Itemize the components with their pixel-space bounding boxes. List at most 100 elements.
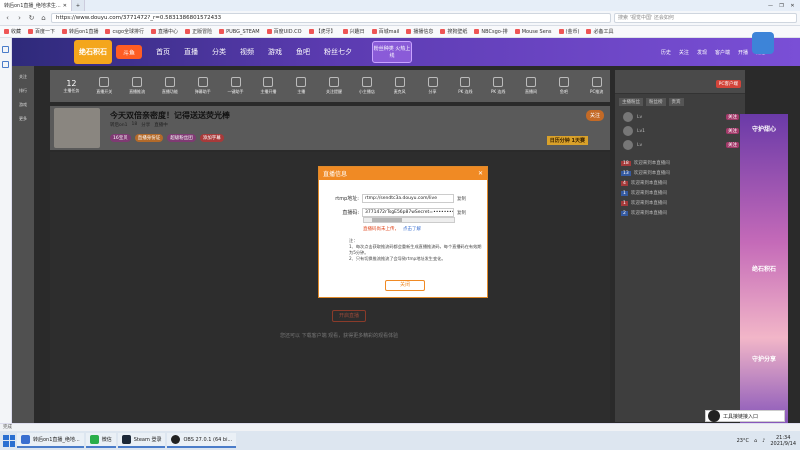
sidebar-history-icon[interactable] <box>2 61 9 68</box>
bookmark-item[interactable]: 正版冒险 <box>185 28 212 35</box>
toolbar-item[interactable]: 分享 <box>419 77 446 95</box>
rtmp-address-field[interactable]: rtmp://sendtc3a.douyu.com/live <box>362 194 454 203</box>
nav-discover[interactable]: 发现 <box>697 49 707 56</box>
toolbar-item[interactable]: 直播间 <box>518 77 545 95</box>
toolbar-item[interactable]: 主播开播 <box>255 77 282 95</box>
streamer-avatar[interactable] <box>54 108 100 148</box>
rank-follow-badge[interactable]: 关注 <box>726 142 739 148</box>
close-window-button[interactable]: ✕ <box>788 3 797 9</box>
copy-rtmp-button[interactable]: 复制 <box>457 196 466 202</box>
nav-follow[interactable]: 关注 <box>679 49 689 56</box>
site-logo-secondary[interactable]: 斗鱼 <box>116 45 142 59</box>
nav-fishbar[interactable]: 鱼吧 <box>296 47 310 57</box>
toolbar-item[interactable]: 直播推流 <box>124 77 151 95</box>
rank-row[interactable]: Lv 关注 <box>615 138 745 152</box>
copy-key-button[interactable]: 复制 <box>457 210 466 216</box>
close-icon[interactable]: ✕ <box>478 170 483 177</box>
nav-client[interactable]: 客户端 <box>715 49 730 56</box>
bookmark-item[interactable]: 必备工具 <box>586 28 613 35</box>
new-tab-button[interactable]: + <box>71 0 86 11</box>
nav-history[interactable]: 历史 <box>661 49 671 56</box>
toolbar-item[interactable]: 主播 <box>288 77 315 95</box>
maximize-button[interactable]: ❐ <box>777 3 786 9</box>
minimize-button[interactable]: — <box>766 3 775 9</box>
side-menu-item[interactable]: 更多 <box>18 116 28 122</box>
tab-close-icon[interactable]: ✕ <box>63 3 67 9</box>
refresh-icon[interactable]: ↻ <box>27 14 36 23</box>
toolbar-item[interactable]: PK 连线 <box>452 77 479 95</box>
bookmark-item[interactable]: Mouse Sens <box>514 29 552 35</box>
side-ad-banner[interactable]: 守护甜心 绝石积石 守护分享 <box>740 114 788 434</box>
bookmark-item[interactable]: 转后on1直播 <box>62 28 98 35</box>
learn-more-link[interactable]: 点击了解 <box>403 227 421 232</box>
bookmark-item[interactable]: 【虎牙】 <box>308 28 336 35</box>
pc-client-button[interactable]: PC客户端 <box>715 80 741 88</box>
bookmark-item[interactable]: 百度UID.CO <box>266 28 302 35</box>
rank-row[interactable]: Lv 关注 <box>615 110 745 124</box>
room-tag[interactable]: 直播身份证 <box>134 134 164 142</box>
toolbar-item[interactable]: 弹幕助手 <box>189 77 216 95</box>
system-clock[interactable]: 21:34 2021/9/14 <box>770 435 796 447</box>
floating-tool-widget[interactable]: 工具接链接入口 <box>705 410 785 422</box>
toolbar-item[interactable]: PC推流 <box>583 77 610 95</box>
side-menu-item[interactable]: 排行 <box>18 88 28 94</box>
nav-category[interactable]: 分类 <box>212 47 226 57</box>
home-icon[interactable]: ⌂ <box>39 14 48 23</box>
room-tag[interactable]: 超级粉丝团 <box>167 134 196 142</box>
back-arrow-icon[interactable]: ‹ <box>3 14 12 23</box>
bookmark-item[interactable]: 兴趣日 <box>342 28 365 35</box>
browser-tab-active[interactable]: 转后on1直播_绝地求生... ✕ <box>0 0 72 11</box>
toolbar-item[interactable]: 鱼吧 <box>550 77 577 95</box>
nav-video[interactable]: 视频 <box>240 47 254 57</box>
rank-follow-badge[interactable]: 关注 <box>726 128 739 134</box>
toolbar-item[interactable]: 小主播店 <box>353 77 380 95</box>
search-input[interactable]: 搜索 '视觉中国' 还会如何 <box>614 13 797 23</box>
tab-fans[interactable]: 主播粉丝 <box>619 98 643 106</box>
side-menu-item[interactable]: 关注 <box>18 74 28 80</box>
toolbar-item[interactable]: PK 连线 <box>485 77 512 95</box>
rank-row[interactable]: Lv1 关注 <box>615 124 745 138</box>
start-live-button[interactable]: 开启直播 <box>332 310 366 322</box>
tab-vip[interactable]: 贵宾 <box>668 98 684 106</box>
site-logo[interactable]: 绝石积石 <box>74 40 112 64</box>
nav-games[interactable]: 游戏 <box>268 47 282 57</box>
taskbar-obs[interactable]: OBS 27.0.1 (64 bi... <box>167 433 237 448</box>
stream-key-scrollbar[interactable] <box>363 217 455 223</box>
network-icon[interactable]: ⌂ <box>754 438 757 444</box>
bookmark-item[interactable]: (金币) <box>558 28 579 35</box>
taskbar-steam[interactable]: Steam 登录 <box>117 433 166 448</box>
sidebar-collections-icon[interactable] <box>2 46 9 53</box>
toolbar-item[interactable]: 一键助手 <box>222 77 249 95</box>
stream-key-field[interactable]: 3771472rTsgE56p87wSecret=•••••••• <box>362 208 454 217</box>
nav-live[interactable]: 直播 <box>184 47 198 57</box>
browser-corner-icon[interactable] <box>752 32 774 54</box>
weather-text[interactable]: 23°C <box>737 438 749 444</box>
bookmark-item[interactable]: 搜狗壁纸 <box>440 28 467 35</box>
start-menu-icon[interactable] <box>3 434 15 447</box>
rank-follow-badge[interactable]: 关注 <box>726 114 739 120</box>
toolbar-item[interactable]: 关注提醒 <box>321 77 348 95</box>
bookmark-item[interactable]: 收藏 <box>4 28 21 35</box>
bookmark-item[interactable]: 播播信息 <box>406 28 433 35</box>
follow-button[interactable]: 关注 <box>585 110 604 121</box>
nav-home[interactable]: 首页 <box>156 47 170 57</box>
toolbar-item[interactable]: 直播功能 <box>156 77 183 95</box>
taskbar-wechat[interactable]: 微信 <box>85 433 116 448</box>
bookmark-item[interactable]: 直播中心 <box>151 28 178 35</box>
toolbar-item[interactable]: 直播开关 <box>91 77 118 95</box>
toolbar-task[interactable]: 12 主播任务 <box>58 79 85 94</box>
bookmark-item[interactable]: csgo全球排行 <box>105 28 144 35</box>
nav-promo-banner[interactable]: 粉丝种类 火热上线 <box>372 41 412 63</box>
taskbar-browser[interactable]: 转后on1直播_绝地... <box>17 433 84 448</box>
toolbar-item[interactable]: 麦克风 <box>386 77 413 95</box>
close-dialog-button[interactable]: 关闭 <box>385 280 425 291</box>
room-tag[interactable]: 16宝贝 <box>110 134 131 142</box>
url-input[interactable]: https://www.douyu.com/3771472?_r=0.58313… <box>51 13 611 23</box>
forward-arrow-icon[interactable]: › <box>15 14 24 23</box>
bookmark-item[interactable]: 百城mail <box>371 28 399 35</box>
bookmark-item[interactable]: PUBG_STEAM <box>219 29 260 35</box>
side-menu-item[interactable]: 游戏 <box>18 102 28 108</box>
bookmark-item[interactable]: 百度一下 <box>28 28 55 35</box>
volume-icon[interactable]: ♪ <box>762 438 765 444</box>
tab-fan-rank[interactable]: 粉丝榜 <box>646 98 666 106</box>
